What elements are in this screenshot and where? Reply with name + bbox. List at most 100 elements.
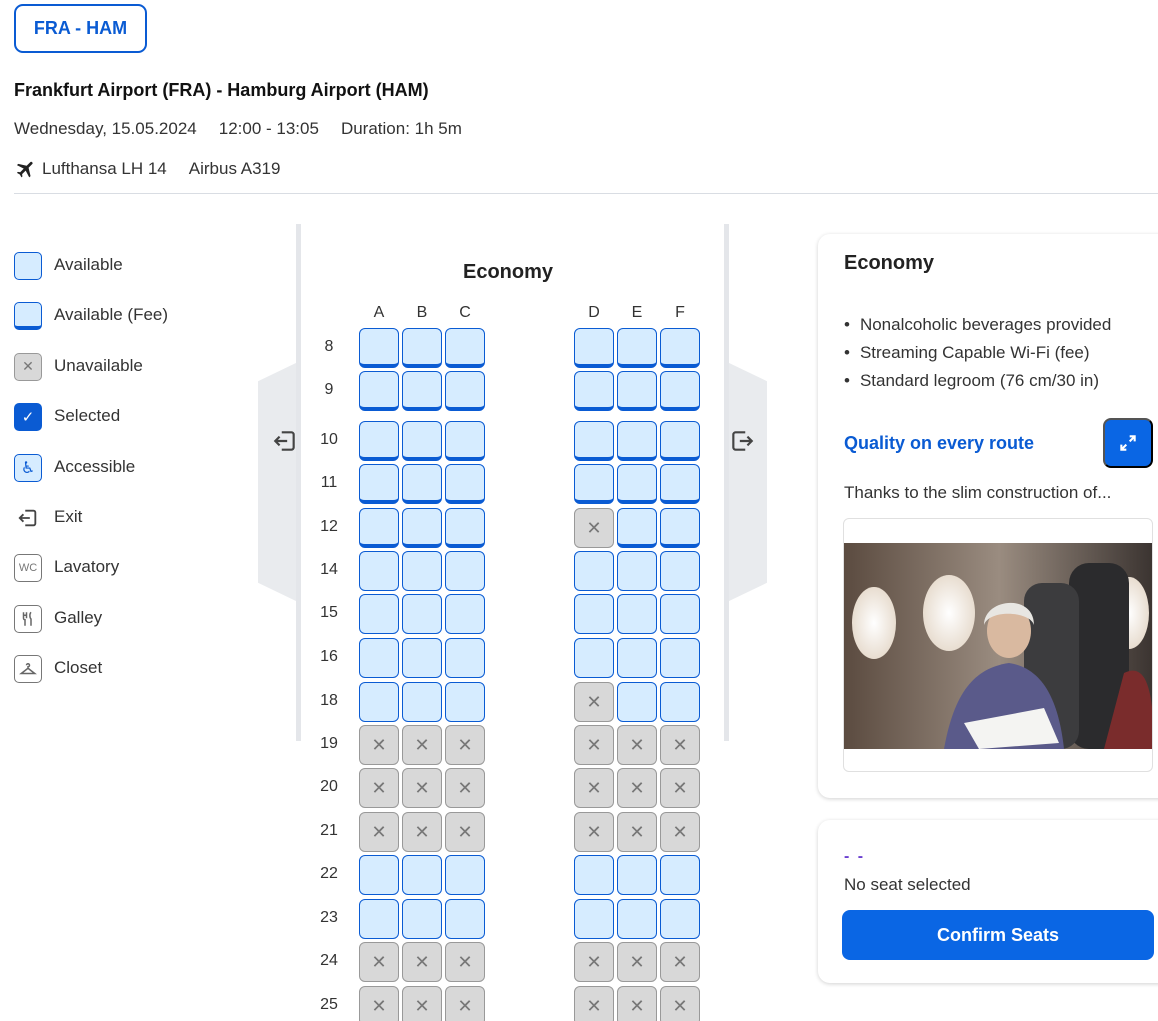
- legend-available: Available: [14, 252, 168, 302]
- seat-16f[interactable]: [660, 638, 700, 678]
- seat-11c[interactable]: [445, 464, 485, 504]
- seat-16c[interactable]: [445, 638, 485, 678]
- seat-11e[interactable]: [617, 464, 657, 504]
- seat-10c[interactable]: [445, 421, 485, 461]
- exit-area-left: [258, 362, 298, 602]
- column-letter-b: B: [416, 304, 428, 321]
- expand-icon: [1120, 435, 1136, 451]
- seat-14c[interactable]: [445, 551, 485, 591]
- seat-23a[interactable]: [359, 899, 399, 939]
- seat-22f[interactable]: [660, 855, 700, 895]
- confirm-seats-button[interactable]: Confirm Seats: [842, 910, 1154, 960]
- unavailable-x-icon: ✕: [629, 734, 645, 755]
- seat-10e[interactable]: [617, 421, 657, 461]
- seat-16e[interactable]: [617, 638, 657, 678]
- seat-14d[interactable]: [574, 551, 614, 591]
- seat-8e[interactable]: [617, 328, 657, 368]
- seat-16a[interactable]: [359, 638, 399, 678]
- seat-12e[interactable]: [617, 508, 657, 548]
- seat-8c[interactable]: [445, 328, 485, 368]
- row-number: 18: [320, 692, 338, 709]
- legend-label: Accessible: [54, 456, 136, 476]
- seat-18b[interactable]: [402, 682, 442, 722]
- seat-15e[interactable]: [617, 594, 657, 634]
- seat-8a[interactable]: [359, 328, 399, 368]
- seat-20f: ✕: [660, 768, 700, 808]
- seat-15b[interactable]: [402, 594, 442, 634]
- seat-11b[interactable]: [402, 464, 442, 504]
- quality-route-link[interactable]: Quality on every route: [844, 433, 1034, 454]
- seat-14f[interactable]: [660, 551, 700, 591]
- cabin-wall-right: [724, 224, 729, 741]
- seat-12f[interactable]: [660, 508, 700, 548]
- seat-23d[interactable]: [574, 899, 614, 939]
- seat-16d[interactable]: [574, 638, 614, 678]
- seat-18a[interactable]: [359, 682, 399, 722]
- legend-label: Available: [54, 255, 123, 274]
- row-number: 9: [324, 381, 334, 398]
- seat-9f[interactable]: [660, 371, 700, 411]
- seat-22e[interactable]: [617, 855, 657, 895]
- seat-14e[interactable]: [617, 551, 657, 591]
- route-tab-fra-ham[interactable]: FRA - HAM: [14, 4, 147, 53]
- seat-9b[interactable]: [402, 371, 442, 411]
- seat-9c[interactable]: [445, 371, 485, 411]
- row-number: 16: [320, 648, 338, 665]
- seat-12b[interactable]: [402, 508, 442, 548]
- seat-15f[interactable]: [660, 594, 700, 634]
- seat-14b[interactable]: [402, 551, 442, 591]
- seat-9d[interactable]: [574, 371, 614, 411]
- seat-12c[interactable]: [445, 508, 485, 548]
- seat-19c: ✕: [445, 725, 485, 765]
- seat-15d[interactable]: [574, 594, 614, 634]
- seat-18f[interactable]: [660, 682, 700, 722]
- info-description: Thanks to the slim construction of...: [844, 483, 1112, 502]
- seat-19e: ✕: [617, 725, 657, 765]
- unavailable-x-icon: ✕: [371, 951, 387, 972]
- seat-14a[interactable]: [359, 551, 399, 591]
- seat-20c: ✕: [445, 768, 485, 808]
- seat-9a[interactable]: [359, 371, 399, 411]
- seat-10d[interactable]: [574, 421, 614, 461]
- seat-15a[interactable]: [359, 594, 399, 634]
- seat-11d[interactable]: [574, 464, 614, 504]
- legend-accessible: ♿ Accessible: [14, 453, 168, 504]
- legend-label: Available (Fee): [54, 305, 169, 325]
- seat-8f[interactable]: [660, 328, 700, 368]
- seat-20d: ✕: [574, 768, 614, 808]
- seat-12a[interactable]: [359, 508, 399, 548]
- seat-10a[interactable]: [359, 421, 399, 461]
- seat-19f: ✕: [660, 725, 700, 765]
- seat-25b: ✕: [402, 986, 442, 1021]
- seat-18e[interactable]: [617, 682, 657, 722]
- seat-23f[interactable]: [660, 899, 700, 939]
- seat-11f[interactable]: [660, 464, 700, 504]
- seat-23c[interactable]: [445, 899, 485, 939]
- seat-25f: ✕: [660, 986, 700, 1021]
- seat-15c[interactable]: [445, 594, 485, 634]
- seat-22b[interactable]: [402, 855, 442, 895]
- flight-duration: Duration: 1h 5m: [340, 119, 462, 138]
- cabin-class-title: Economy: [463, 261, 554, 283]
- seat-9e[interactable]: [617, 371, 657, 411]
- seat-22a[interactable]: [359, 855, 399, 895]
- expand-button[interactable]: [1103, 418, 1153, 468]
- seat-22d[interactable]: [574, 855, 614, 895]
- exit-right-icon: [729, 428, 755, 460]
- seat-18d: ✕: [574, 682, 614, 722]
- seat-10b[interactable]: [402, 421, 442, 461]
- unavailable-x-icon: ✕: [414, 995, 430, 1016]
- seat-10f[interactable]: [660, 421, 700, 461]
- airplane-icon: [16, 161, 33, 178]
- seat-16b[interactable]: [402, 638, 442, 678]
- seat-11a[interactable]: [359, 464, 399, 504]
- seat-8d[interactable]: [574, 328, 614, 368]
- carrier-group: Lufthansa LH 14: [14, 158, 167, 180]
- seat-18c[interactable]: [445, 682, 485, 722]
- seat-22c[interactable]: [445, 855, 485, 895]
- seat-8b[interactable]: [402, 328, 442, 368]
- seat-23e[interactable]: [617, 899, 657, 939]
- route-title: Frankfurt Airport (FRA) - Hamburg Airpor…: [14, 80, 429, 100]
- seat-12d: ✕: [574, 508, 614, 548]
- seat-23b[interactable]: [402, 899, 442, 939]
